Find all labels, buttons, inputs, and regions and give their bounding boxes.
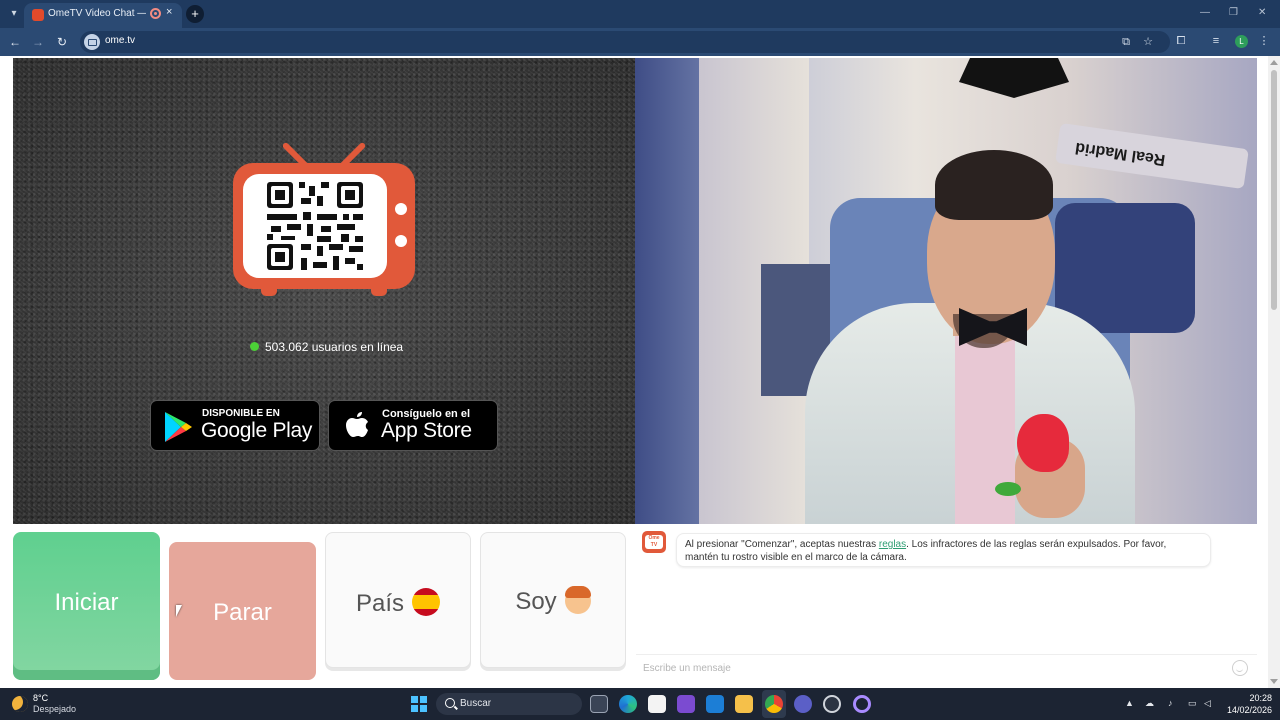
browser-menu-icon[interactable]: ⋮ [1257, 34, 1271, 48]
apple-logo-icon [346, 412, 368, 437]
maximize-icon[interactable]: ❐ [1229, 7, 1238, 18]
page-scrollbar[interactable] [1268, 56, 1280, 688]
mouse-cursor-icon [176, 605, 182, 617]
browser-toolbar: ← → ↻ ome.tv ⧉ ☆ ⧠ ≡ ⋮ [0, 28, 1280, 56]
chat-logo-text: Ome TV [645, 535, 663, 549]
tab-search-chevron-icon[interactable]: ▾ [6, 6, 22, 22]
install-app-icon[interactable]: ⧉ [1120, 36, 1132, 48]
emoji-smile-icon[interactable] [1232, 660, 1248, 676]
chat-input-bar [636, 654, 1257, 680]
scroll-thumb[interactable] [1271, 70, 1277, 310]
volume-icon[interactable]: ◁ [1204, 698, 1211, 709]
site-info-icon[interactable] [84, 34, 100, 50]
onedrive-cloud-icon[interactable]: ☁ [1145, 698, 1154, 709]
system-message: Al presionar "Comenzar", aceptas nuestra… [676, 533, 1211, 567]
ometv-qr-logo [233, 130, 415, 298]
app-store-big-text: App Store [381, 419, 472, 442]
system-message-text-start: Al presionar "Comenzar", aceptas nuestra… [685, 539, 879, 550]
windows-taskbar: 8°C Despejado Buscar ▲ ☁ ♪ ▭ ◁ 20:28 14/… [0, 688, 1280, 720]
edge-browser-icon[interactable] [619, 695, 637, 713]
rules-link[interactable]: reglas [879, 539, 906, 550]
ometv-chat-logo-icon: Ome TV [642, 531, 666, 553]
ometv-favicon-icon [32, 9, 44, 21]
chat-message-input[interactable] [643, 660, 1223, 676]
google-play-icon [165, 412, 192, 442]
red-rose [1017, 414, 1069, 472]
extensions-puzzle-icon[interactable]: ⧠ [1174, 34, 1188, 48]
url-text[interactable]: ome.tv [105, 35, 135, 46]
microphone-icon[interactable]: ♪ [1168, 698, 1173, 708]
taskbar-search[interactable]: Buscar [436, 693, 582, 715]
google-play-small-text: DISPONIBLE EN [202, 408, 280, 419]
bookmark-star-icon[interactable]: ☆ [1142, 36, 1154, 48]
scroll-up-arrow-icon[interactable] [1270, 60, 1278, 65]
start-button[interactable]: Iniciar [13, 532, 160, 680]
settings-gear-icon[interactable] [823, 695, 841, 713]
tray-overflow-chevron-icon[interactable]: ▲ [1125, 698, 1134, 708]
google-play-big-text: Google Play [201, 419, 313, 442]
background-wall-panel [959, 58, 1069, 98]
obs-app-icon[interactable] [853, 695, 871, 713]
minimize-icon[interactable]: — [1200, 7, 1210, 18]
tab-title: OmeTV Video Chat — Ome [48, 8, 146, 19]
stop-button[interactable]: Parar [169, 542, 316, 680]
task-view-icon[interactable] [590, 695, 608, 713]
visual-studio-icon[interactable] [677, 695, 695, 713]
stop-button-label: Parar [213, 599, 272, 626]
online-users-counter: 503.062 usuarios en línea [250, 340, 403, 354]
weather-temperature[interactable]: 8°C [33, 693, 48, 703]
address-bar[interactable]: ome.tv ⧉ ☆ [80, 31, 1170, 53]
online-status-dot-icon [250, 342, 259, 351]
tv-leg-right [371, 285, 387, 296]
chat-panel: Ome TV Al presionar "Comenzar", aceptas … [636, 527, 1257, 680]
search-icon [445, 698, 455, 708]
tv-knob-bottom [395, 235, 407, 247]
remote-video-panel: Real Madrid [635, 58, 1257, 524]
tab-close-icon[interactable]: × [166, 6, 172, 18]
rose-leaf [995, 482, 1021, 496]
chrome-browser-icon[interactable] [765, 695, 783, 713]
teams-icon[interactable] [794, 695, 812, 713]
weather-description[interactable]: Despejado [33, 704, 76, 714]
country-filter-content: País [326, 588, 470, 618]
online-users-text: 503.062 usuarios en línea [265, 340, 404, 354]
tv-body [233, 163, 415, 289]
taskbar-clock-time[interactable]: 20:28 [1236, 693, 1272, 703]
start-button-label: Iniciar [54, 589, 119, 616]
scroll-down-arrow-icon[interactable] [1270, 679, 1278, 684]
country-label: País [355, 590, 405, 617]
windows-start-icon[interactable] [411, 696, 427, 712]
tv-leg-left [261, 285, 277, 296]
qr-code-icon [267, 182, 363, 270]
browser-tab[interactable]: OmeTV Video Chat — Ome × [24, 3, 182, 28]
new-tab-button[interactable]: + [186, 5, 204, 23]
media-controls-icon[interactable]: ≡ [1209, 34, 1223, 48]
tv-knob-top [395, 203, 407, 215]
ms-store-icon[interactable] [648, 695, 666, 713]
mail-icon[interactable] [706, 695, 724, 713]
forward-arrow-icon[interactable]: → [30, 34, 46, 50]
gender-label: Soy [515, 588, 557, 615]
country-filter-button[interactable]: País [325, 532, 471, 668]
google-play-badge[interactable]: DISPONIBLE EN Google Play [150, 400, 320, 451]
recording-indicator-icon [150, 8, 161, 19]
file-explorer-icon[interactable] [735, 695, 753, 713]
qr-code-screen [243, 174, 387, 278]
profile-avatar[interactable]: L [1235, 35, 1248, 48]
window-close-icon[interactable]: ✕ [1258, 7, 1266, 18]
spain-flag-icon [412, 588, 441, 616]
gender-select-button[interactable]: Soy [480, 532, 626, 668]
taskbar-search-label: Buscar [460, 698, 492, 709]
chair-headrest [1055, 203, 1195, 333]
taskbar-clock-date[interactable]: 14/02/2026 [1226, 705, 1272, 715]
reload-icon[interactable]: ↻ [54, 34, 70, 50]
moon-weather-icon[interactable] [12, 696, 28, 712]
gender-select-content: Soy [481, 586, 625, 616]
back-arrow-icon[interactable]: ← [7, 34, 23, 50]
network-icon[interactable]: ▭ [1188, 698, 1197, 709]
browser-tab-bar: ▾ OmeTV Video Chat — Ome × + — ❐ ✕ [0, 0, 1280, 28]
person-hair [935, 150, 1053, 220]
boy-emoji-icon [564, 586, 591, 614]
app-store-badge[interactable]: Consíguelo en el App Store [328, 400, 498, 451]
